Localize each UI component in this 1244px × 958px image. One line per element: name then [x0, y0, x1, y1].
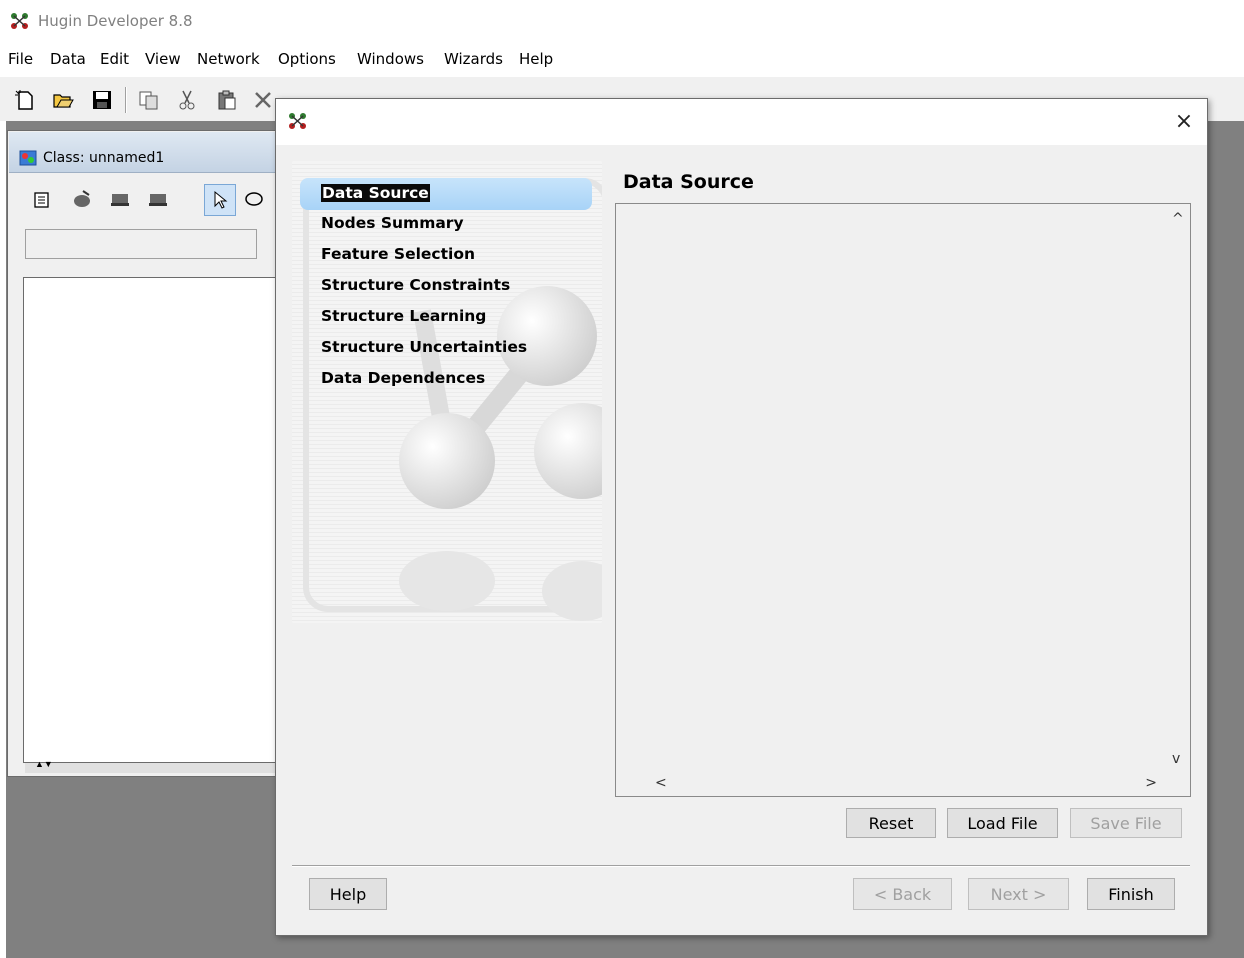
scroll-up-icon[interactable]: ^ — [1172, 211, 1184, 227]
learning-wizard-dialog: × Data Source Nodes Summary Feature Sele… — [275, 98, 1208, 936]
paste-icon[interactable] — [216, 89, 238, 111]
app-title: Hugin Developer 8.8 — [38, 12, 193, 30]
vertical-scrollbar[interactable]: ^ v — [1167, 205, 1189, 771]
class-window-titlebar: Class: unnamed1 — [9, 132, 279, 173]
wizard-step-structure-constraints[interactable]: Structure Constraints — [321, 276, 510, 294]
compile-icon[interactable] — [72, 189, 92, 209]
toolbar-separator — [125, 87, 127, 113]
select-tool-button[interactable] — [204, 184, 236, 216]
node-icon[interactable] — [148, 189, 168, 209]
menu-options[interactable]: Options — [278, 50, 336, 68]
wizard-step-feature-selection[interactable]: Feature Selection — [321, 245, 475, 263]
wizard-steps-panel: Data Source Nodes Summary Feature Select… — [292, 161, 602, 623]
menu-edit[interactable]: Edit — [100, 50, 129, 68]
menu-wizards[interactable]: Wizards — [444, 50, 503, 68]
save-file-button[interactable]: Save File — [1070, 808, 1182, 838]
scroll-right-icon[interactable]: > — [1145, 775, 1157, 791]
open-icon[interactable] — [52, 89, 74, 111]
select-pointer-icon — [214, 190, 228, 209]
next-button[interactable]: Next > — [968, 878, 1069, 910]
menubar: File Data Edit View Network Options Wind… — [0, 48, 1244, 74]
step-label: Data Source — [321, 184, 430, 202]
menu-file[interactable]: File — [8, 50, 33, 68]
hugin-app-icon — [11, 13, 28, 29]
wizard-step-structure-learning[interactable]: Structure Learning — [321, 307, 486, 325]
class-window: Class: unnamed1 ▲▼ — [7, 130, 281, 777]
save-icon[interactable] — [91, 89, 113, 111]
app-titlebar: Hugin Developer 8.8 — [0, 0, 1244, 42]
reset-button[interactable]: Reset — [846, 808, 936, 838]
ellipse-icon[interactable] — [244, 189, 264, 209]
section-title: Data Source — [623, 171, 754, 193]
properties-icon[interactable] — [32, 189, 52, 209]
delete-icon[interactable] — [252, 89, 274, 111]
load-file-button[interactable]: Load File — [947, 808, 1058, 838]
class-network-canvas[interactable] — [23, 277, 280, 763]
menu-network[interactable]: Network — [197, 50, 260, 68]
menu-data[interactable]: Data — [50, 50, 86, 68]
wizard-step-nodes-summary[interactable]: Nodes Summary — [321, 214, 464, 232]
button-divider — [292, 865, 1190, 867]
class-node-field[interactable] — [25, 229, 257, 259]
horizontal-scrollbar[interactable]: < > — [617, 773, 1167, 795]
wizard-step-data-source[interactable]: Data Source — [321, 184, 430, 202]
copy-icon[interactable] — [138, 89, 160, 111]
help-button[interactable]: Help — [309, 878, 387, 910]
new-icon[interactable] — [14, 89, 36, 111]
close-icon[interactable]: × — [1171, 109, 1197, 135]
split-arrows-icon: ▲▼ — [35, 759, 53, 769]
menu-help[interactable]: Help — [519, 50, 553, 68]
wizard-step-structure-uncertainties[interactable]: Structure Uncertainties — [321, 338, 527, 356]
data-source-view[interactable]: ^ v < > — [615, 203, 1191, 797]
class-split-handle[interactable]: ▲▼ — [25, 759, 279, 773]
menu-windows[interactable]: Windows — [357, 50, 424, 68]
menu-view[interactable]: View — [145, 50, 181, 68]
scroll-down-icon[interactable]: v — [1172, 751, 1180, 767]
wizard-step-data-dependences[interactable]: Data Dependences — [321, 369, 485, 387]
finish-button[interactable]: Finish — [1087, 878, 1175, 910]
class-window-title: Class: unnamed1 — [43, 150, 165, 166]
node-icon[interactable] — [110, 189, 130, 209]
class-icon — [19, 150, 37, 166]
cut-icon[interactable] — [176, 89, 198, 111]
hugin-app-icon — [289, 113, 306, 129]
class-toolbar — [8, 179, 280, 219]
back-button[interactable]: < Back — [853, 878, 952, 910]
scroll-left-icon[interactable]: < — [655, 775, 667, 791]
dialog-titlebar: × — [276, 99, 1207, 145]
